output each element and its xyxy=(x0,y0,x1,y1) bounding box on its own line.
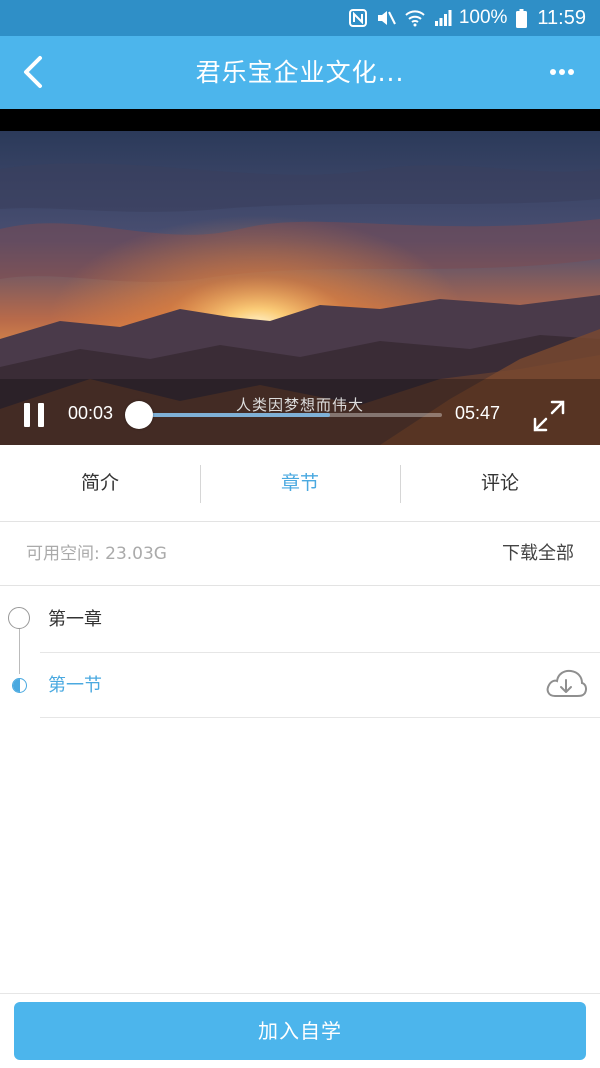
more-button[interactable] xyxy=(542,58,582,88)
buffer-bar xyxy=(132,413,331,417)
signal-icon xyxy=(434,9,452,27)
chapter-title[interactable]: 第一章 xyxy=(48,587,102,653)
bottom-bar: 加入自学 xyxy=(0,993,600,1068)
cloud-download-icon xyxy=(546,669,587,697)
page-title: 君乐宝企业文化... xyxy=(195,58,405,87)
fullscreen-icon xyxy=(533,400,565,432)
section-item[interactable]: 第一节 xyxy=(40,653,600,717)
progress-bar[interactable] xyxy=(124,401,442,429)
current-time: 00:03 xyxy=(68,403,114,423)
tab-intro[interactable]: 简介 xyxy=(0,445,200,521)
tab-bar: 简介 章节 评论 xyxy=(0,445,600,522)
clock: 11:59 xyxy=(537,6,586,29)
pause-button[interactable] xyxy=(18,401,50,431)
back-button[interactable] xyxy=(14,52,54,92)
mute-icon xyxy=(376,9,396,27)
chapter-list: 第一章 第一节 xyxy=(0,587,600,727)
progress-thumb[interactable] xyxy=(124,401,153,429)
join-self-study-button[interactable]: 加入自学 xyxy=(14,1002,586,1060)
tab-chapters[interactable]: 章节 xyxy=(200,445,400,521)
tab-divider xyxy=(400,465,401,503)
chapter-node-icon xyxy=(8,607,30,629)
pause-icon xyxy=(24,403,30,427)
fullscreen-button[interactable] xyxy=(532,399,566,433)
tab-comments[interactable]: 评论 xyxy=(400,445,600,521)
pause-icon-bar xyxy=(38,403,44,427)
section-progress-icon xyxy=(12,678,27,693)
video-player[interactable]: 人类因梦想而伟大 00:03 05:47 xyxy=(0,109,600,445)
cloud-download-button[interactable] xyxy=(544,665,588,703)
chevron-left-icon xyxy=(24,56,42,88)
storage-row: 可用空间: 23.03G 下载全部 xyxy=(0,522,600,586)
wifi-icon xyxy=(405,9,425,27)
tab-divider xyxy=(200,465,201,503)
section-title: 第一节 xyxy=(48,675,102,696)
divider xyxy=(40,717,600,718)
video-controls: 00:03 05:47 xyxy=(0,387,600,445)
battery-percent: 100% xyxy=(458,7,508,28)
battery-icon xyxy=(516,8,528,28)
nav-bar: 君乐宝企业文化... xyxy=(0,36,600,109)
available-space: 可用空间: 23.03G xyxy=(26,544,167,564)
total-time: 05:47 xyxy=(455,403,501,423)
download-all-button[interactable]: 下载全部 xyxy=(502,522,574,586)
nfc-icon xyxy=(348,9,367,27)
status-bar: 100% 11:59 xyxy=(0,0,600,36)
more-dots-icon xyxy=(550,69,574,75)
